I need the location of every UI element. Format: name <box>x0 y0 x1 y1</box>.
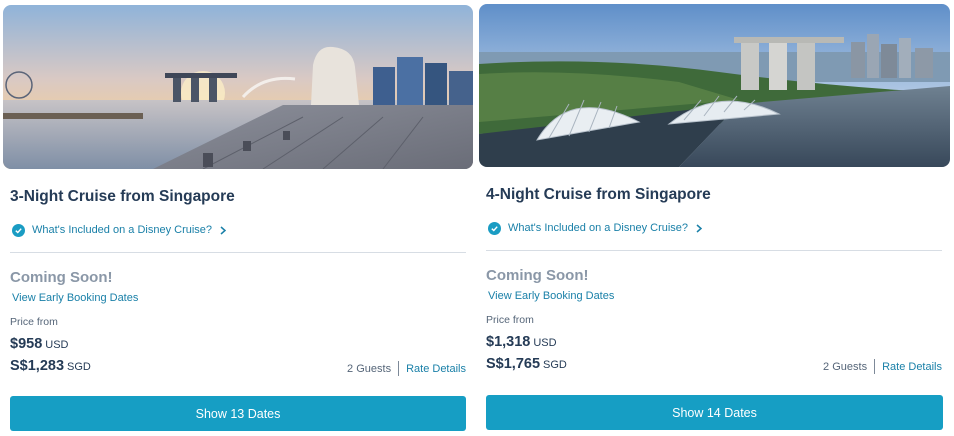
price-sgd-row: S$1,283 SGD 2 Guests Rate Details <box>10 357 466 379</box>
chevron-right-icon <box>220 225 227 235</box>
price-sgd-unit: SGD <box>67 361 91 373</box>
view-early-booking-link[interactable]: View Early Booking Dates <box>12 290 466 306</box>
price-from-label: Price from <box>486 314 534 326</box>
price-usd-unit: USD <box>533 337 557 349</box>
rate-details-link[interactable]: Rate Details <box>406 363 466 375</box>
status-label: Coming Soon! <box>10 269 113 286</box>
whats-included-label: What's Included on a Disney Cruise? <box>508 222 689 234</box>
price-from-label: Price from <box>10 316 58 328</box>
price-usd-unit: USD <box>45 339 69 351</box>
divider <box>10 252 466 253</box>
gardens-by-the-bay-image <box>479 4 950 167</box>
guests-count: 2 Guests <box>823 360 868 373</box>
card-body: 3-Night Cruise from Singapore What's Inc… <box>10 184 466 379</box>
view-early-booking-link[interactable]: View Early Booking Dates <box>488 288 942 304</box>
price-sgd-row: S$1,765 SGD 2 Guests Rate Details <box>486 355 942 377</box>
cruise-title: 3-Night Cruise from Singapore <box>10 188 235 205</box>
whats-included-label: What's Included on a Disney Cruise? <box>32 224 213 236</box>
price-sgd-unit: SGD <box>543 359 567 371</box>
cruise-title: 4-Night Cruise from Singapore <box>486 186 711 203</box>
guest-meta: 2 Guests Rate Details <box>823 359 942 374</box>
price-sgd: S$1,283 <box>10 358 65 374</box>
status-label: Coming Soon! <box>486 267 589 284</box>
separator <box>398 361 400 376</box>
price-usd: $958 <box>10 336 43 352</box>
divider <box>486 250 942 251</box>
check-circle-icon <box>488 221 501 235</box>
guests-count: 2 Guests <box>347 362 392 375</box>
price-usd: $1,318 <box>486 334 531 350</box>
card-body: 4-Night Cruise from Singapore What's Inc… <box>486 182 942 377</box>
cruise-card-4-night: 4-Night Cruise from Singapore What's Inc… <box>476 0 952 436</box>
price-usd-row: $1,318 USD <box>486 333 942 355</box>
price-usd-row: $958 USD <box>10 335 466 357</box>
show-dates-button[interactable]: Show 14 Dates <box>486 395 943 430</box>
guest-meta: 2 Guests Rate Details <box>347 361 466 376</box>
whats-included-link[interactable]: What's Included on a Disney Cruise? <box>10 220 466 240</box>
rate-details-link[interactable]: Rate Details <box>882 361 942 373</box>
merlion-park-image <box>3 5 473 169</box>
chevron-right-icon <box>696 223 703 233</box>
show-dates-button[interactable]: Show 13 Dates <box>10 396 466 431</box>
check-circle-icon <box>12 223 25 237</box>
cruise-card-3-night: 3-Night Cruise from Singapore What's Inc… <box>0 0 476 436</box>
whats-included-link[interactable]: What's Included on a Disney Cruise? <box>486 218 942 238</box>
separator <box>874 359 876 374</box>
price-sgd: S$1,765 <box>486 356 541 372</box>
